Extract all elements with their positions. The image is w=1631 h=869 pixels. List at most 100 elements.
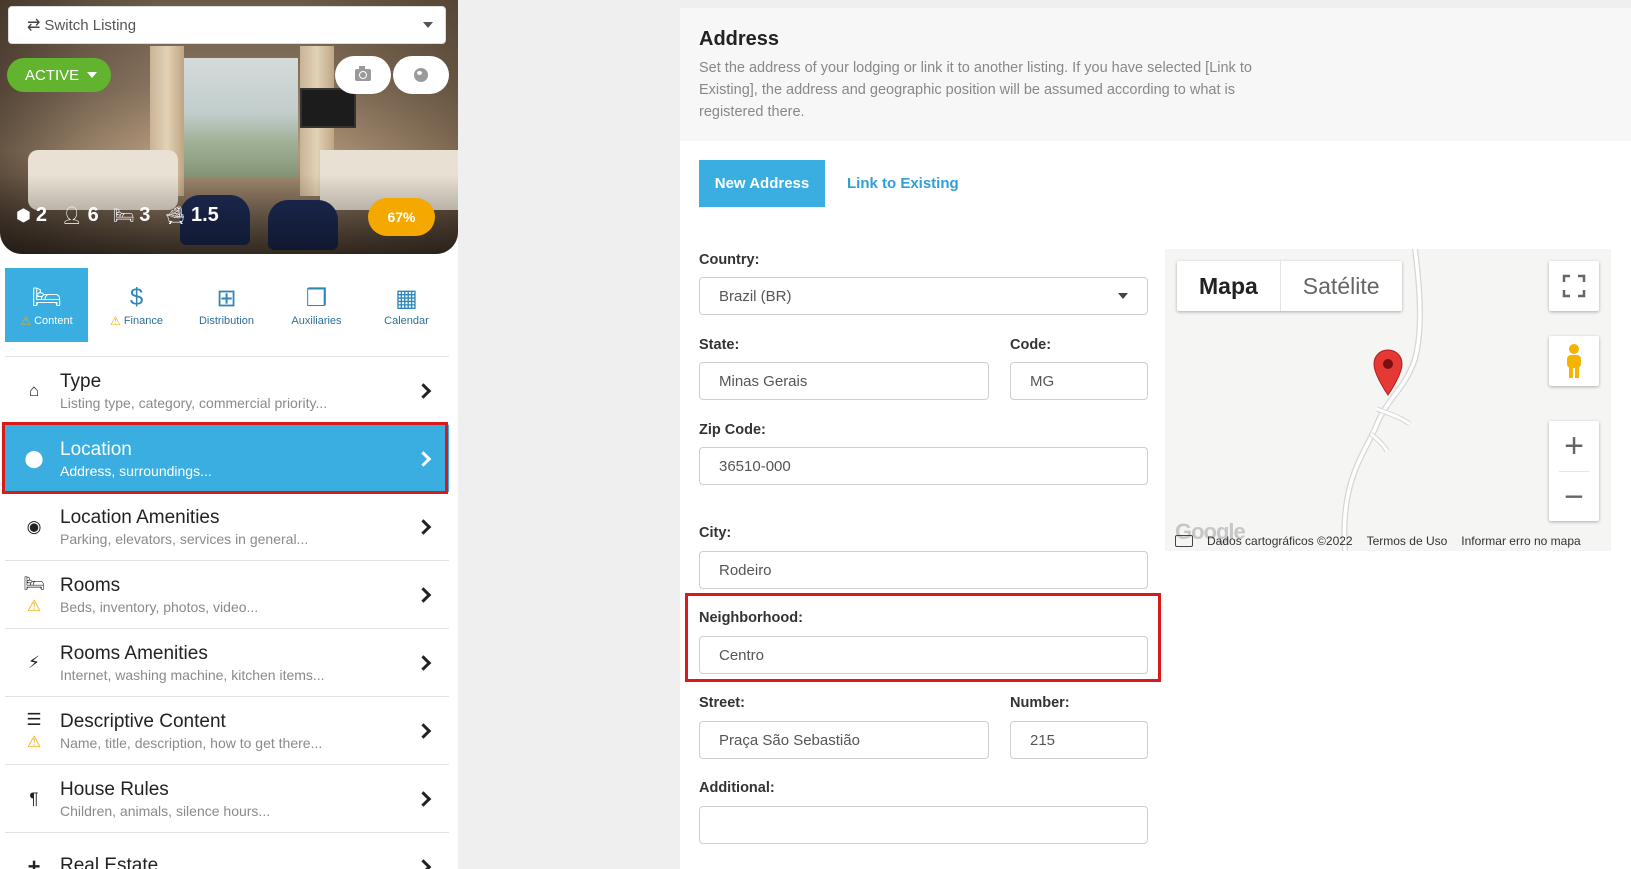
switch-listing-select[interactable]: ⇄ Switch Listing — [8, 6, 446, 44]
photos-button[interactable] — [335, 56, 391, 94]
tab-finance[interactable]: $ ⚠ Finance — [95, 268, 178, 342]
chevron-right-icon — [415, 518, 432, 535]
code-field[interactable]: MG — [1010, 362, 1148, 400]
tab-calendar[interactable]: ▦ Calendar — [365, 268, 448, 342]
fullscreen-button[interactable] — [1549, 261, 1599, 311]
bed-icon: 🛏︎ — [31, 284, 62, 311]
menu-item-descriptive-content[interactable]: ☰ ⚠ Descriptive Content Name, title, descr… — [5, 696, 449, 764]
menu-item-title: Location Amenities — [60, 506, 220, 528]
state-field[interactable]: Minas Gerais — [699, 362, 989, 400]
map-pin-icon[interactable] — [1373, 349, 1403, 397]
status-label: ACTIVE — [25, 66, 80, 84]
menu-item-title: Descriptive Content — [60, 710, 226, 732]
sidebar: ⇄ Switch Listing ACTIVE ⬢ 2 👤︎ 6 🛏︎ 3 🛁︎ 1.5… — [0, 0, 458, 869]
map-report-link[interactable]: Informar erro no mapa — [1461, 534, 1580, 548]
zoom-out-button[interactable]: − — [1549, 472, 1599, 522]
tab-label: Distribution — [198, 315, 255, 327]
address-header: Address Set the address of your lodging … — [680, 8, 1631, 141]
location-map[interactable]: Mapa Satélite + − Google Dados cartográf… — [1165, 249, 1611, 551]
street-field[interactable]: Praça São Sebastião — [699, 721, 989, 759]
zip-value: 36510-000 — [719, 457, 791, 475]
beds-count: 3 — [139, 204, 151, 226]
tab-content[interactable]: 🛏︎ ⚠ Content — [5, 268, 88, 342]
bed-icon: 🛏︎ — [112, 205, 135, 225]
map-footer: Dados cartográficos ©2022 Termos de Uso … — [1175, 531, 1611, 551]
number-value: 215 — [1030, 731, 1056, 749]
menu-item-rooms[interactable]: 🛏︎ ⚠ Rooms Beds, inventory, photos, video.… — [5, 560, 449, 628]
zoom-in-button[interactable]: + — [1549, 421, 1599, 471]
menu-item-title: House Rules — [60, 778, 169, 800]
chevron-right-icon — [415, 586, 432, 603]
camera-icon — [355, 66, 371, 81]
content-menu: ⌂ Type Listing type, category, commercial… — [5, 356, 449, 869]
code-value: MG — [1030, 372, 1055, 390]
chevron-right-icon — [415, 654, 432, 671]
city-value: Rodeiro — [719, 561, 772, 579]
tab-auxiliaries[interactable]: ❒ Auxiliaries — [275, 268, 358, 342]
switch-listing-label: Switch Listing — [44, 16, 137, 34]
city-field[interactable]: Rodeiro — [699, 551, 1148, 589]
guests-count: 6 — [87, 204, 99, 226]
additional-field[interactable] — [699, 806, 1148, 844]
swap-icon: ⇄ — [27, 17, 41, 34]
map-type-map[interactable]: Mapa — [1177, 261, 1280, 311]
align-left-icon: ☰ — [26, 709, 42, 729]
status-dropdown[interactable]: ACTIVE — [7, 58, 112, 92]
neighborhood-field[interactable]: Centro — [699, 636, 1148, 674]
street-view-button[interactable] — [1549, 336, 1599, 386]
menu-item-house-rules[interactable]: ¶ House Rules Children, animals, silence … — [5, 764, 449, 832]
menu-item-location[interactable]: ⬤ Location Address, surroundings... — [5, 424, 449, 492]
paragraph-icon: ¶ — [29, 788, 39, 808]
menu-item-subtitle: Beds, inventory, photos, video... — [60, 598, 259, 615]
number-field[interactable]: 215 — [1010, 721, 1148, 759]
city-label: City: — [699, 525, 732, 541]
map-type-control: Mapa Satélite — [1177, 261, 1402, 311]
country-value: Brazil (BR) — [719, 287, 792, 305]
zip-field[interactable]: 36510-000 — [699, 447, 1148, 485]
menu-item-real-estate[interactable]: + Real Estate — [5, 832, 449, 869]
new-address-button[interactable]: New Address — [699, 160, 825, 207]
dollar-icon: $ — [129, 284, 144, 311]
address-panel: Address Set the address of your lodging … — [680, 8, 1631, 869]
address-description: Set the address of your lodging or link … — [699, 60, 1252, 120]
plus-icon: + — [27, 853, 41, 869]
home-icon: ⌂ — [28, 380, 40, 400]
state-value: Minas Gerais — [719, 372, 808, 390]
warning-icon: ⚠ — [110, 314, 121, 328]
additional-label: Additional: — [699, 780, 775, 796]
tab-label: Content — [34, 315, 73, 327]
zip-label: Zip Code: — [699, 422, 766, 438]
menu-item-title: Type — [60, 370, 102, 392]
menu-item-location-amenities[interactable]: ◉ Location Amenities Parking, elevators, … — [5, 492, 449, 560]
target-icon: ◉ — [26, 516, 42, 536]
street-label: Street: — [699, 695, 745, 711]
link-existing-button[interactable]: Link to Existing — [847, 160, 959, 207]
tab-label: Calendar — [384, 315, 429, 327]
menu-item-type[interactable]: ⌂ Type Listing type, category, commercial… — [5, 356, 449, 424]
chevron-right-icon — [415, 790, 432, 807]
menu-item-subtitle: Address, surroundings... — [60, 462, 212, 479]
map-terms-link[interactable]: Termos de Uso — [1367, 534, 1448, 548]
menu-item-subtitle: Name, title, description, how to get the… — [60, 734, 323, 751]
sitemap-icon: ⊞ — [216, 285, 237, 312]
map-data-credit: Dados cartográficos ©2022 — [1207, 534, 1353, 548]
tab-label: Auxiliaries — [291, 315, 342, 327]
menu-item-subtitle: Listing type, category, commercial prior… — [60, 394, 328, 411]
state-label: State: — [699, 337, 740, 353]
completion-badge: 67% — [368, 198, 435, 236]
warning-icon: ⚠ — [26, 733, 42, 751]
country-select[interactable]: Brazil (BR) — [699, 277, 1148, 315]
menu-item-subtitle: Internet, washing machine, kitchen items… — [60, 666, 325, 683]
street-value: Praça São Sebastião — [719, 731, 860, 749]
globe-button[interactable] — [393, 56, 449, 94]
menu-item-rooms-amenities[interactable]: ⚡︎ Rooms Amenities Internet, washing mach… — [5, 628, 449, 696]
chevron-down-icon — [423, 22, 433, 28]
keyboard-icon[interactable] — [1175, 535, 1193, 547]
fullscreen-icon — [1562, 274, 1586, 298]
tab-distribution[interactable]: ⊞ Distribution — [185, 268, 268, 342]
chevron-down-icon — [87, 72, 98, 78]
map-type-satellite[interactable]: Satélite — [1279, 261, 1402, 311]
cube-icon: ⬢ — [16, 205, 31, 225]
neighborhood-value: Centro — [719, 646, 765, 664]
chevron-right-icon — [415, 858, 432, 869]
